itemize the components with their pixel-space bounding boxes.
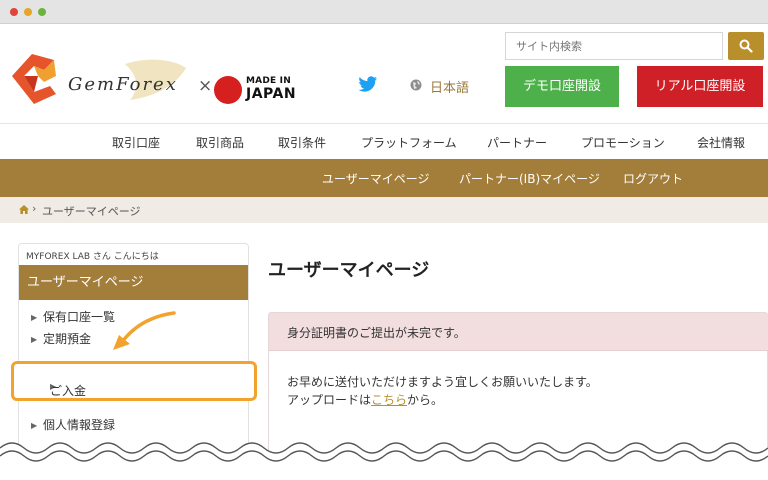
nav-item-partner[interactable]: パートナー [487, 134, 547, 151]
search-button[interactable] [728, 32, 764, 60]
pointer-arrow-icon [113, 311, 176, 350]
sidebar-item-label: ご入金 [50, 384, 87, 398]
window-close-dot[interactable] [10, 8, 18, 16]
site-logo[interactable]: GemForex × MADE IN JAPAN [10, 42, 300, 112]
open-demo-account-button[interactable]: デモ口座開設 [505, 66, 619, 107]
chevron-right-icon: ▶ [31, 335, 38, 344]
japan-label: JAPAN [246, 86, 297, 102]
japan-flag-icon [214, 76, 242, 104]
sidebar-item-profile[interactable]: ▶ 個人情報登録 [31, 416, 115, 433]
nav-item-promotion[interactable]: プロモーション [581, 134, 665, 151]
nav-item-platform[interactable]: プラットフォーム [361, 134, 457, 151]
chevron-right-icon: ▶ [31, 421, 38, 430]
sidebar-heading: ユーザーマイページ [19, 265, 248, 300]
breadcrumb-separator: › [32, 202, 37, 215]
greeting-text: MYFOREX LAB さん こんにちは [26, 252, 159, 262]
alert-upload-prefix: アップロードは [287, 393, 372, 407]
language-selector[interactable]: 日本語 [430, 77, 469, 96]
open-real-account-button[interactable]: リアル口座開設 [637, 66, 763, 107]
alert-message: お早めに送付いただけますよう宜しくお願いいたします。 [287, 375, 598, 389]
site-search-input[interactable] [505, 32, 723, 60]
breadcrumb-current: ユーザーマイページ [42, 205, 141, 218]
search-icon [739, 39, 753, 53]
nav-item-products[interactable]: 取引商品 [196, 134, 244, 151]
sidebar-item-label: 定期預金 [43, 332, 92, 346]
nav-item-user-mypage[interactable]: ユーザーマイページ [322, 170, 430, 187]
sidebar-item-label: 保有口座一覧 [43, 310, 116, 324]
logo-wordmark: GemForex [68, 74, 178, 95]
upload-link[interactable]: こちら [371, 393, 407, 407]
nav-item-company[interactable]: 会社情報 [697, 134, 745, 151]
torn-edge-decoration [0, 442, 768, 480]
main-navigation: 取引口座 取引商品 取引条件 プラットフォーム パートナー プロモーション 会社… [0, 123, 768, 159]
sidebar-item-accounts[interactable]: ▶ 保有口座一覧 [31, 308, 115, 325]
user-navigation: ユーザーマイページ パートナー(IB)マイページ ログアウト [0, 159, 768, 197]
browser-titlebar [0, 0, 768, 24]
alert-title: 身分証明書のご提出が未完です。 [287, 326, 466, 340]
nav-item-conditions[interactable]: 取引条件 [278, 134, 326, 151]
sidebar-item-label: 個人情報登録 [43, 418, 116, 432]
twitter-icon[interactable] [358, 76, 378, 92]
home-icon[interactable] [19, 205, 29, 214]
nav-item-accounts[interactable]: 取引口座 [112, 134, 160, 151]
globe-icon [410, 79, 422, 91]
page: GemForex × MADE IN JAPAN 日本語 デモ口座開設 リアル口… [0, 24, 768, 480]
sidebar-item-fixed-deposit[interactable]: ▶ 定期預金 [31, 330, 91, 347]
alert-upload-suffix: から。 [407, 393, 444, 407]
window-minimize-dot[interactable] [24, 8, 32, 16]
sidebar-item-deposit[interactable]: ▶ ご入金 [11, 361, 257, 401]
page-title: ユーザーマイページ [268, 260, 430, 281]
alert-upload-line: アップロードはこちらから。 [287, 391, 443, 408]
window-zoom-dot[interactable] [38, 8, 46, 16]
chevron-right-icon: ▶ [31, 313, 38, 322]
nav-item-logout[interactable]: ログアウト [623, 170, 683, 187]
logo-cross: × [198, 76, 213, 96]
alert-header: 身分証明書のご提出が未完です。 [269, 313, 768, 351]
made-in-label: MADE IN [246, 76, 291, 86]
nav-item-partner-mypage[interactable]: パートナー(IB)マイページ [459, 170, 600, 187]
breadcrumb: › ユーザーマイページ [0, 197, 768, 223]
